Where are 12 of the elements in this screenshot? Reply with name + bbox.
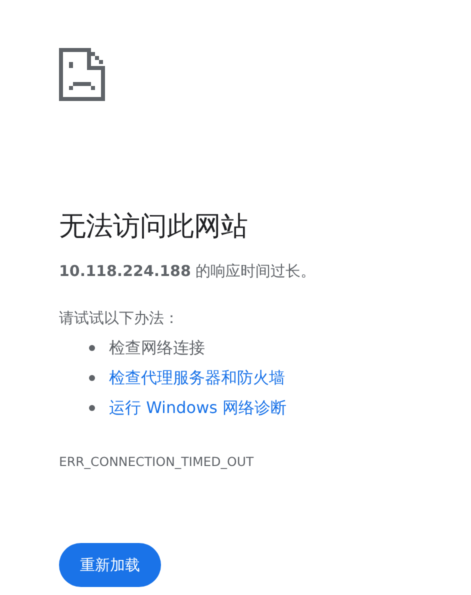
bullet-icon	[89, 375, 95, 381]
suggestion-link[interactable]: 运行 Windows 网络诊断	[109, 398, 287, 418]
bullet-icon	[89, 345, 95, 351]
error-detail: 10.118.224.188 的响应时间过长。	[59, 261, 317, 282]
reload-button[interactable]: 重新加载	[59, 543, 161, 587]
error-code: ERR_CONNECTION_TIMED_OUT	[59, 453, 255, 471]
suggestion-text: 检查网络连接	[109, 338, 205, 358]
suggestion-link[interactable]: 检查代理服务器和防火墙	[109, 368, 285, 388]
error-title: 无法访问此网站	[59, 210, 249, 244]
suggestions-heading: 请试试以下办法：	[59, 308, 180, 329]
bullet-icon	[89, 405, 95, 411]
sad-page-icon	[59, 48, 105, 101]
